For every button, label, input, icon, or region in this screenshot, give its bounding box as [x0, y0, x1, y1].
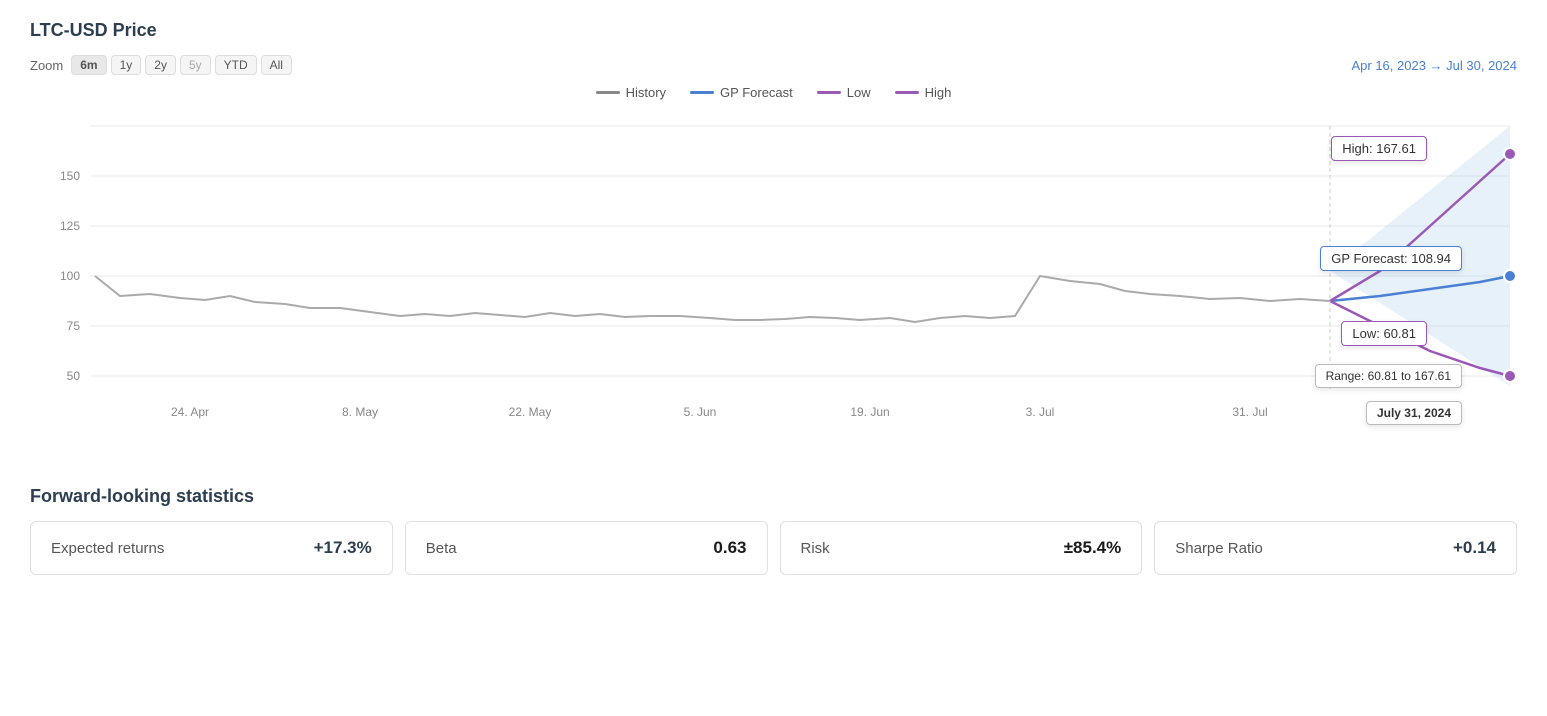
svg-text:50: 50 — [67, 369, 81, 383]
zoom-5y[interactable]: 5y — [180, 55, 211, 75]
stat-label-expected-returns: Expected returns — [51, 540, 164, 557]
zoom-ytd[interactable]: YTD — [215, 55, 257, 75]
tooltip-high-text: High: 167.61 — [1342, 141, 1416, 156]
svg-text:19. Jun: 19. Jun — [850, 405, 889, 419]
stat-label-risk: Risk — [801, 540, 830, 557]
legend-history: History — [596, 85, 666, 100]
chart-svg: 150 125 100 75 50 24. Apr 8. May 22. May… — [30, 106, 1517, 466]
legend-low: Low — [817, 85, 871, 100]
svg-text:31. Jul: 31. Jul — [1232, 405, 1267, 419]
chart-area: 150 125 100 75 50 24. Apr 8. May 22. May… — [30, 106, 1517, 466]
tooltip-low-text: Low: 60.81 — [1352, 326, 1416, 341]
svg-text:8. May: 8. May — [342, 405, 378, 419]
zoom-1y[interactable]: 1y — [111, 55, 142, 75]
tooltip-range-text: Range: 60.81 to 167.61 — [1326, 369, 1451, 383]
zoom-all[interactable]: All — [261, 55, 292, 75]
zoom-label: Zoom — [30, 58, 63, 73]
stat-card-expected-returns: Expected returns +17.3% — [30, 521, 393, 575]
legend-high: High — [895, 85, 952, 100]
legend-gp-forecast-label: GP Forecast — [720, 85, 793, 100]
stat-card-sharpe-ratio: Sharpe Ratio +0.14 — [1154, 521, 1517, 575]
legend-gp-forecast: GP Forecast — [690, 85, 793, 100]
tooltip-high: High: 167.61 — [1331, 136, 1427, 161]
stat-label-sharpe-ratio: Sharpe Ratio — [1175, 540, 1263, 557]
date-range: Apr 16, 2023 → Jul 30, 2024 — [1351, 58, 1517, 73]
tooltip-date: July 31, 2024 — [1366, 401, 1462, 425]
stat-value-beta: 0.63 — [713, 538, 746, 558]
svg-text:75: 75 — [67, 319, 81, 333]
svg-text:5. Jun: 5. Jun — [684, 405, 717, 419]
stats-grid: Expected returns +17.3% Beta 0.63 Risk ±… — [30, 521, 1517, 575]
stat-card-beta: Beta 0.63 — [405, 521, 768, 575]
zoom-6m[interactable]: 6m — [71, 55, 106, 75]
svg-text:22. May: 22. May — [509, 405, 552, 419]
stats-title: Forward-looking statistics — [30, 486, 1517, 507]
chart-legend: History GP Forecast Low High — [30, 85, 1517, 100]
svg-text:125: 125 — [60, 219, 80, 233]
tooltip-date-text: July 31, 2024 — [1377, 406, 1451, 420]
zoom-bar: Zoom 6m 1y 2y 5y YTD All Apr 16, 2023 → … — [30, 55, 1517, 75]
legend-low-label: Low — [847, 85, 871, 100]
svg-text:100: 100 — [60, 269, 80, 283]
stat-value-risk: ±85.4% — [1064, 538, 1122, 558]
stats-section: Forward-looking statistics Expected retu… — [30, 486, 1517, 575]
legend-high-label: High — [925, 85, 952, 100]
legend-history-label: History — [626, 85, 666, 100]
stat-card-risk: Risk ±85.4% — [780, 521, 1143, 575]
stat-label-beta: Beta — [426, 540, 457, 557]
stat-value-sharpe-ratio: +0.14 — [1453, 538, 1496, 558]
zoom-2y[interactable]: 2y — [145, 55, 176, 75]
chart-title: LTC-USD Price — [30, 20, 1517, 41]
svg-text:150: 150 — [60, 169, 80, 183]
svg-text:3. Jul: 3. Jul — [1026, 405, 1055, 419]
stat-value-expected-returns: +17.3% — [314, 538, 372, 558]
tooltip-range: Range: 60.81 to 167.61 — [1315, 364, 1462, 388]
tooltip-low: Low: 60.81 — [1341, 321, 1427, 346]
tooltip-gp-forecast: GP Forecast: 108.94 — [1320, 246, 1462, 271]
tooltip-gp-text: GP Forecast: 108.94 — [1331, 251, 1451, 266]
svg-text:24. Apr: 24. Apr — [171, 405, 209, 419]
